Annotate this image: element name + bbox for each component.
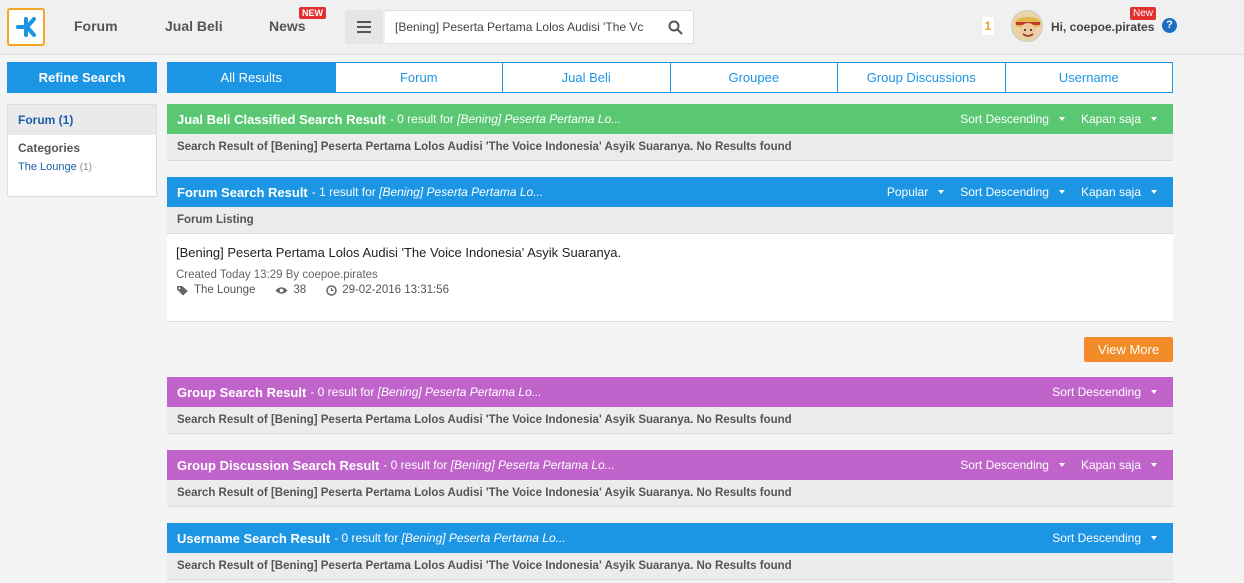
tab-all-results[interactable]: All Results <box>167 62 336 93</box>
user-new-badge: New <box>1130 7 1157 20</box>
chevron-down-icon <box>1058 117 1065 121</box>
tab-forum[interactable]: Forum <box>335 62 503 93</box>
help-icon[interactable]: ? <box>1162 18 1177 33</box>
chevron-down-icon <box>1058 190 1065 194</box>
nav-forum[interactable]: Forum <box>74 18 118 34</box>
search-query: [Bening] Peserta Pertama Lo... <box>377 385 542 399</box>
search-query: [Bening] Peserta Pertama Lo... <box>401 531 566 545</box>
search-icon[interactable] <box>668 20 683 35</box>
nav-news[interactable]: News <box>269 18 306 34</box>
user-greeting[interactable]: Hi, coepoe.pirates <box>1051 20 1154 34</box>
tab-username[interactable]: Username <box>1005 62 1173 93</box>
jualbeli-no-results: Search Result of [Bening] Peserta Pertam… <box>167 134 1173 161</box>
result-date: 29-02-2016 13:31:56 <box>342 284 449 296</box>
chevron-down-icon <box>1151 390 1157 394</box>
search-bar <box>385 10 694 44</box>
tab-jual-beli[interactable]: Jual Beli <box>503 62 671 93</box>
forum-result-item: [Bening] Peserta Pertama Lolos Audisi 'T… <box>167 234 1173 322</box>
group-discussion-section-header: Group Discussion Search Result - 0 resul… <box>167 450 1173 480</box>
search-query: [Bening] Peserta Pertama Lo... <box>450 458 615 472</box>
result-tabs: All Results Forum Jual Beli Groupee Grou… <box>167 62 1173 93</box>
time-dropdown[interactable]: Kapan saja <box>1081 185 1157 199</box>
sort-dropdown[interactable]: Sort Descending <box>960 112 1065 126</box>
sort-dropdown[interactable]: Sort Descending <box>960 185 1065 199</box>
avatar-image <box>1012 11 1042 41</box>
result-title-link[interactable]: [Bening] Peserta Pertama Lolos Audisi 'T… <box>176 245 1164 260</box>
username-section-header: Username Search Result - 0 result for [B… <box>167 523 1173 553</box>
chevron-down-icon <box>1151 117 1157 121</box>
group-discussion-no-results: Search Result of [Bening] Peserta Pertam… <box>167 480 1173 507</box>
sort-dropdown[interactable]: Sort Descending <box>960 458 1065 472</box>
kaskus-logo[interactable] <box>7 8 45 46</box>
categories-heading: Categories <box>18 141 81 155</box>
section-title: Username Search Result <box>177 530 331 546</box>
tab-groupee[interactable]: Groupee <box>670 62 838 93</box>
section-title: Group Search Result <box>177 384 307 400</box>
result-created: Created Today 13:29 By coepoe.pirates <box>176 269 378 281</box>
result-category[interactable]: The Lounge <box>194 284 255 296</box>
category-count: (1) <box>79 162 93 173</box>
notification-count[interactable]: 1 <box>981 16 995 36</box>
sort-dropdown[interactable]: Sort Descending <box>1052 385 1157 399</box>
tag-icon <box>177 285 188 295</box>
forum-listing-label: Forum Listing <box>167 207 1173 234</box>
category-label[interactable]: The Lounge <box>18 161 77 173</box>
group-no-results: Search Result of [Bening] Peserta Pertam… <box>167 407 1173 434</box>
search-input[interactable] <box>395 11 657 43</box>
menu-icon <box>357 21 371 23</box>
refine-panel: Forum (1) Categories The Lounge (1) <box>7 104 157 197</box>
time-dropdown[interactable]: Kapan saja <box>1081 458 1157 472</box>
username-no-results: Search Result of [Bening] Peserta Pertam… <box>167 553 1173 580</box>
time-dropdown[interactable]: Kapan saja <box>1081 112 1157 126</box>
search-category-menu-button[interactable] <box>345 10 383 44</box>
category-item-the-lounge[interactable]: The Lounge (1) <box>8 155 156 173</box>
section-title: Group Discussion Search Result <box>177 457 380 473</box>
result-views: 38 <box>293 284 307 296</box>
chevron-down-icon <box>1151 463 1157 467</box>
avatar[interactable] <box>1011 10 1043 42</box>
clock-icon <box>326 284 337 296</box>
popular-dropdown[interactable]: Popular <box>887 185 945 199</box>
filter-forum[interactable]: Forum (1) <box>8 105 156 135</box>
chevron-down-icon <box>938 190 945 194</box>
jualbeli-section-header: Jual Beli Classified Search Result - 0 r… <box>167 104 1173 134</box>
chevron-down-icon <box>1151 190 1157 194</box>
news-new-badge: NEW <box>299 7 326 19</box>
refine-search-button[interactable]: Refine Search <box>7 62 157 93</box>
forum-section-header: Forum Search Result - 1 result for [Beni… <box>167 177 1173 207</box>
eye-icon <box>275 286 288 294</box>
search-query: [Bening] Peserta Pertama Lo... <box>379 185 544 199</box>
view-more-button[interactable]: View More <box>1084 337 1173 362</box>
chevron-down-icon <box>1058 463 1065 467</box>
top-navbar: Forum Jual Beli News NEW 1 Hi, coepoe.pi… <box>0 0 1244 55</box>
nav-jual-beli[interactable]: Jual Beli <box>165 18 223 34</box>
tab-group-discussions[interactable]: Group Discussions <box>838 62 1006 93</box>
group-section-header: Group Search Result - 0 result for [Beni… <box>167 377 1173 407</box>
section-title: Jual Beli Classified Search Result <box>177 111 386 127</box>
kaskus-logo-icon <box>16 17 36 37</box>
chevron-down-icon <box>1151 536 1157 540</box>
sort-dropdown[interactable]: Sort Descending <box>1052 531 1157 545</box>
search-query: [Bening] Peserta Pertama Lo... <box>457 112 622 126</box>
section-title: Forum Search Result <box>177 184 308 200</box>
